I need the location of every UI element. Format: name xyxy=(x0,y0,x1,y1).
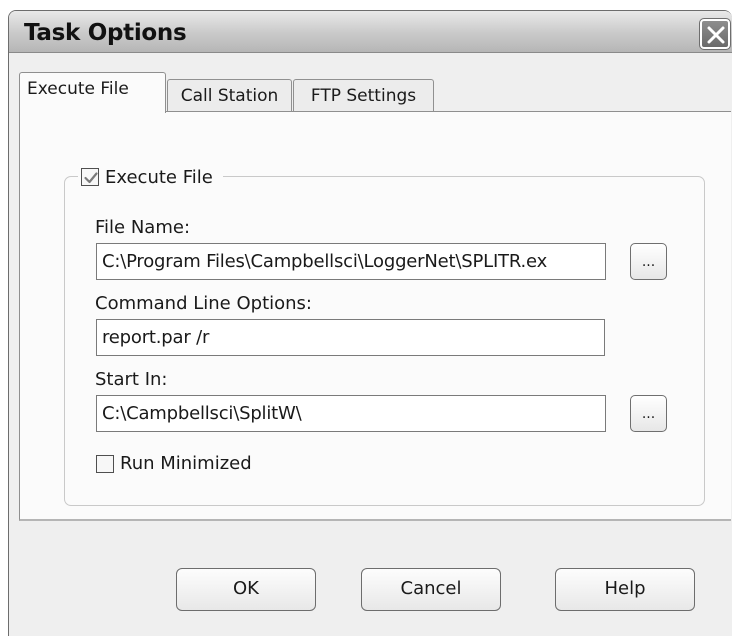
tab-ftp-settings[interactable]: FTP Settings xyxy=(293,79,434,112)
run-minimized-checkbox[interactable] xyxy=(96,454,114,473)
start-in-label: Start In: xyxy=(95,369,168,390)
tab-call-station[interactable]: Call Station xyxy=(167,79,292,112)
execute-file-panel: Execute File File Name: C:\Program Files… xyxy=(19,111,731,521)
start-in-browse-button[interactable]: ... xyxy=(630,395,667,432)
file-name-label: File Name: xyxy=(95,217,191,238)
title-bar: Task Options xyxy=(9,11,732,53)
tab-execute-file[interactable]: Execute File xyxy=(19,72,166,113)
tab-strip: Execute File Call Station FTP Settings xyxy=(19,72,719,113)
task-options-dialog: Task Options Execute File Call Station F… xyxy=(8,10,732,636)
file-name-browse-button[interactable]: ... xyxy=(630,243,667,280)
cancel-button[interactable]: Cancel xyxy=(361,568,501,611)
execute-file-checkbox[interactable] xyxy=(81,168,99,186)
command-line-label: Command Line Options: xyxy=(95,293,312,314)
close-button[interactable] xyxy=(699,18,731,50)
run-minimized-label: Run Minimized xyxy=(120,453,252,474)
command-line-input[interactable]: report.par /r xyxy=(96,319,605,356)
help-button[interactable]: Help xyxy=(555,568,695,611)
file-name-input[interactable]: C:\Program Files\Campbellsci\LoggerNet\S… xyxy=(96,243,606,280)
ok-button[interactable]: OK xyxy=(176,568,316,611)
close-icon xyxy=(707,26,725,44)
dialog-title: Task Options xyxy=(24,20,187,46)
execute-file-label: Execute File xyxy=(105,166,213,188)
execute-file-toggle[interactable]: Execute File xyxy=(78,164,223,190)
run-minimized-toggle[interactable]: Run Minimized xyxy=(96,453,252,474)
execute-file-group: Execute File File Name: C:\Program Files… xyxy=(64,164,705,506)
start-in-input[interactable]: C:\Campbellsci\SplitW\ xyxy=(96,395,606,432)
checkmark-icon xyxy=(84,172,98,184)
